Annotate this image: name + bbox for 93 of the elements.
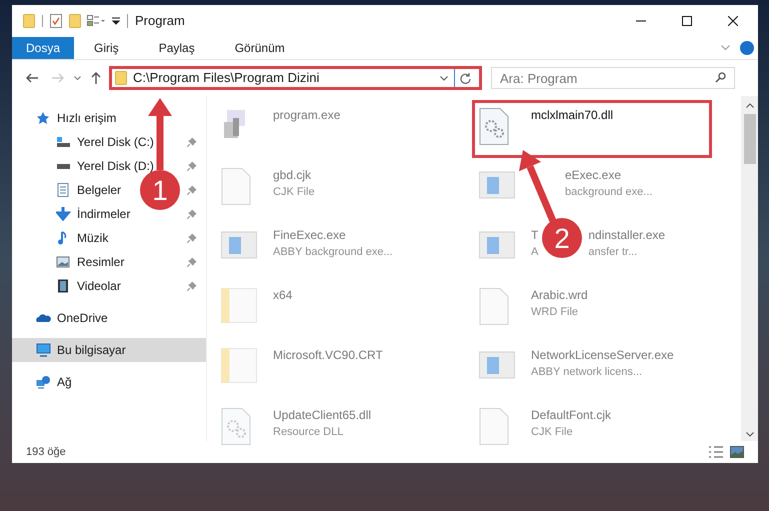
chevron-down-icon[interactable] [440, 76, 448, 80]
dropdown-icon[interactable] [112, 17, 120, 25]
sidebar-item[interactable]: Müzik [12, 226, 118, 250]
drive-icon [56, 135, 71, 149]
up-icon[interactable] [91, 72, 101, 84]
ribbon-tab[interactable]: Görünüm [214, 37, 305, 59]
pin-icon[interactable] [187, 234, 196, 242]
file-name: program.exe [273, 107, 340, 124]
star-icon [36, 111, 51, 125]
file-type: CJK File [273, 185, 315, 200]
monitor-icon [36, 343, 51, 357]
sidebar-item[interactable]: Yerel Disk (C:) [12, 130, 164, 154]
drive-icon [56, 162, 71, 170]
details-view-icon[interactable] [708, 446, 724, 458]
sidebar-label: Yerel Disk (C:) [77, 134, 154, 151]
help-icon[interactable] [740, 41, 754, 55]
document-icon [56, 183, 71, 197]
sidebar-item[interactable]: Resimler [12, 250, 134, 274]
address-bar[interactable]: C:\Program Files\Program Dizini [109, 66, 482, 90]
scroll-down-icon[interactable] [746, 432, 754, 437]
file-name: NetworkLicenseServer.exe [531, 347, 674, 364]
sidebar-item[interactable]: Bu bilgisayar [12, 338, 206, 362]
scrollbar[interactable] [741, 96, 758, 441]
file-name: DefaultFont.cjk [531, 407, 612, 424]
file-type: A [531, 245, 538, 260]
back-icon[interactable] [26, 73, 38, 83]
close-icon[interactable] [728, 16, 738, 26]
file-type: Resource DLL [273, 425, 344, 440]
sidebar-label: OneDrive [57, 310, 108, 327]
folder-icon [115, 71, 127, 85]
search-icon [715, 72, 726, 83]
search-field[interactable]: Ara: Program [491, 67, 735, 89]
ribbon-tab[interactable]: Paylaş [138, 37, 215, 59]
pin-icon[interactable] [187, 138, 196, 146]
sidebar-item[interactable]: Ağ [12, 370, 82, 394]
file-type: WRD File [531, 305, 578, 320]
pin-icon[interactable] [187, 162, 196, 170]
callout-number: 1 [152, 175, 168, 206]
scroll-thumb[interactable] [744, 114, 756, 164]
sidebar-label: Hızlı erişim [57, 110, 116, 127]
file-name: gbd.cjk [273, 167, 312, 184]
refresh-icon[interactable] [460, 72, 471, 84]
film-icon [56, 279, 71, 293]
maximize-icon[interactable] [682, 16, 692, 26]
file-name: mclxlmain70.dll [531, 107, 614, 124]
file-name: UpdateClient65.dll [273, 407, 372, 424]
pin-icon[interactable] [187, 258, 196, 266]
scroll-up-icon[interactable] [746, 103, 754, 108]
properties-icon[interactable] [50, 14, 62, 28]
callout-circle [542, 218, 582, 258]
pin-icon[interactable] [187, 210, 196, 218]
sidebar-label: Müzik [77, 230, 108, 247]
item-count: 193 öğe [26, 444, 66, 460]
file-name: T [531, 227, 538, 244]
sidebar-item[interactable]: Yerel Disk (D:) [12, 154, 164, 178]
file-name: Microsoft.VC90.CRT [273, 347, 383, 364]
file-type: ABBY network licens... [531, 365, 642, 380]
down-arrow-icon [56, 207, 71, 221]
sidebar-label: Yerel Disk (D:) [77, 158, 154, 175]
file-type: CJK File [531, 425, 573, 440]
network-icon [36, 375, 51, 389]
recent-dropdown-icon[interactable] [74, 76, 81, 80]
file-type: background exe... [565, 185, 652, 200]
sidebar-label: Ağ [57, 374, 72, 391]
file-type: ansfer tr... [588, 245, 638, 260]
file-type: ABBY background exe... [273, 245, 393, 260]
forward-icon[interactable] [52, 73, 64, 83]
pin-icon[interactable] [187, 186, 196, 194]
sidebar-label: İndirmeler [77, 206, 130, 223]
view-icon[interactable] [87, 15, 107, 27]
window-title: Program [135, 12, 185, 30]
pin-icon[interactable] [187, 282, 196, 290]
ribbon-tab[interactable]: Dosya [12, 37, 74, 59]
file-name: Arabic.wrd [531, 287, 588, 304]
file-name: eExec.exe [565, 167, 622, 184]
address-text: C:\Program Files\Program Dizini [133, 69, 320, 88]
sidebar-item[interactable]: OneDrive [12, 306, 118, 330]
sidebar-label: Resimler [77, 254, 124, 271]
sidebar-label: Videolar [77, 278, 121, 295]
large-icons-view-icon[interactable] [730, 446, 744, 458]
sidebar-label: Belgeler [77, 182, 122, 199]
expand-ribbon-icon[interactable] [721, 45, 730, 51]
sidebar-label: Bu bilgisayar [57, 342, 126, 359]
sidebar-item[interactable]: Belgeler [12, 178, 132, 202]
sidebar-item[interactable]: Videolar [12, 274, 131, 298]
callout-number: 2 [554, 223, 570, 254]
file-name: ndinstaller.exe [588, 227, 666, 244]
sidebar-item[interactable]: İndirmeler [12, 202, 140, 226]
sidebar-item[interactable]: Hızlı erişim [12, 106, 126, 130]
file-name: x64 [273, 287, 292, 304]
picture-icon [56, 255, 71, 269]
ribbon-tab[interactable]: Giriş [74, 37, 139, 59]
file-name: FineExec.exe [273, 227, 347, 244]
